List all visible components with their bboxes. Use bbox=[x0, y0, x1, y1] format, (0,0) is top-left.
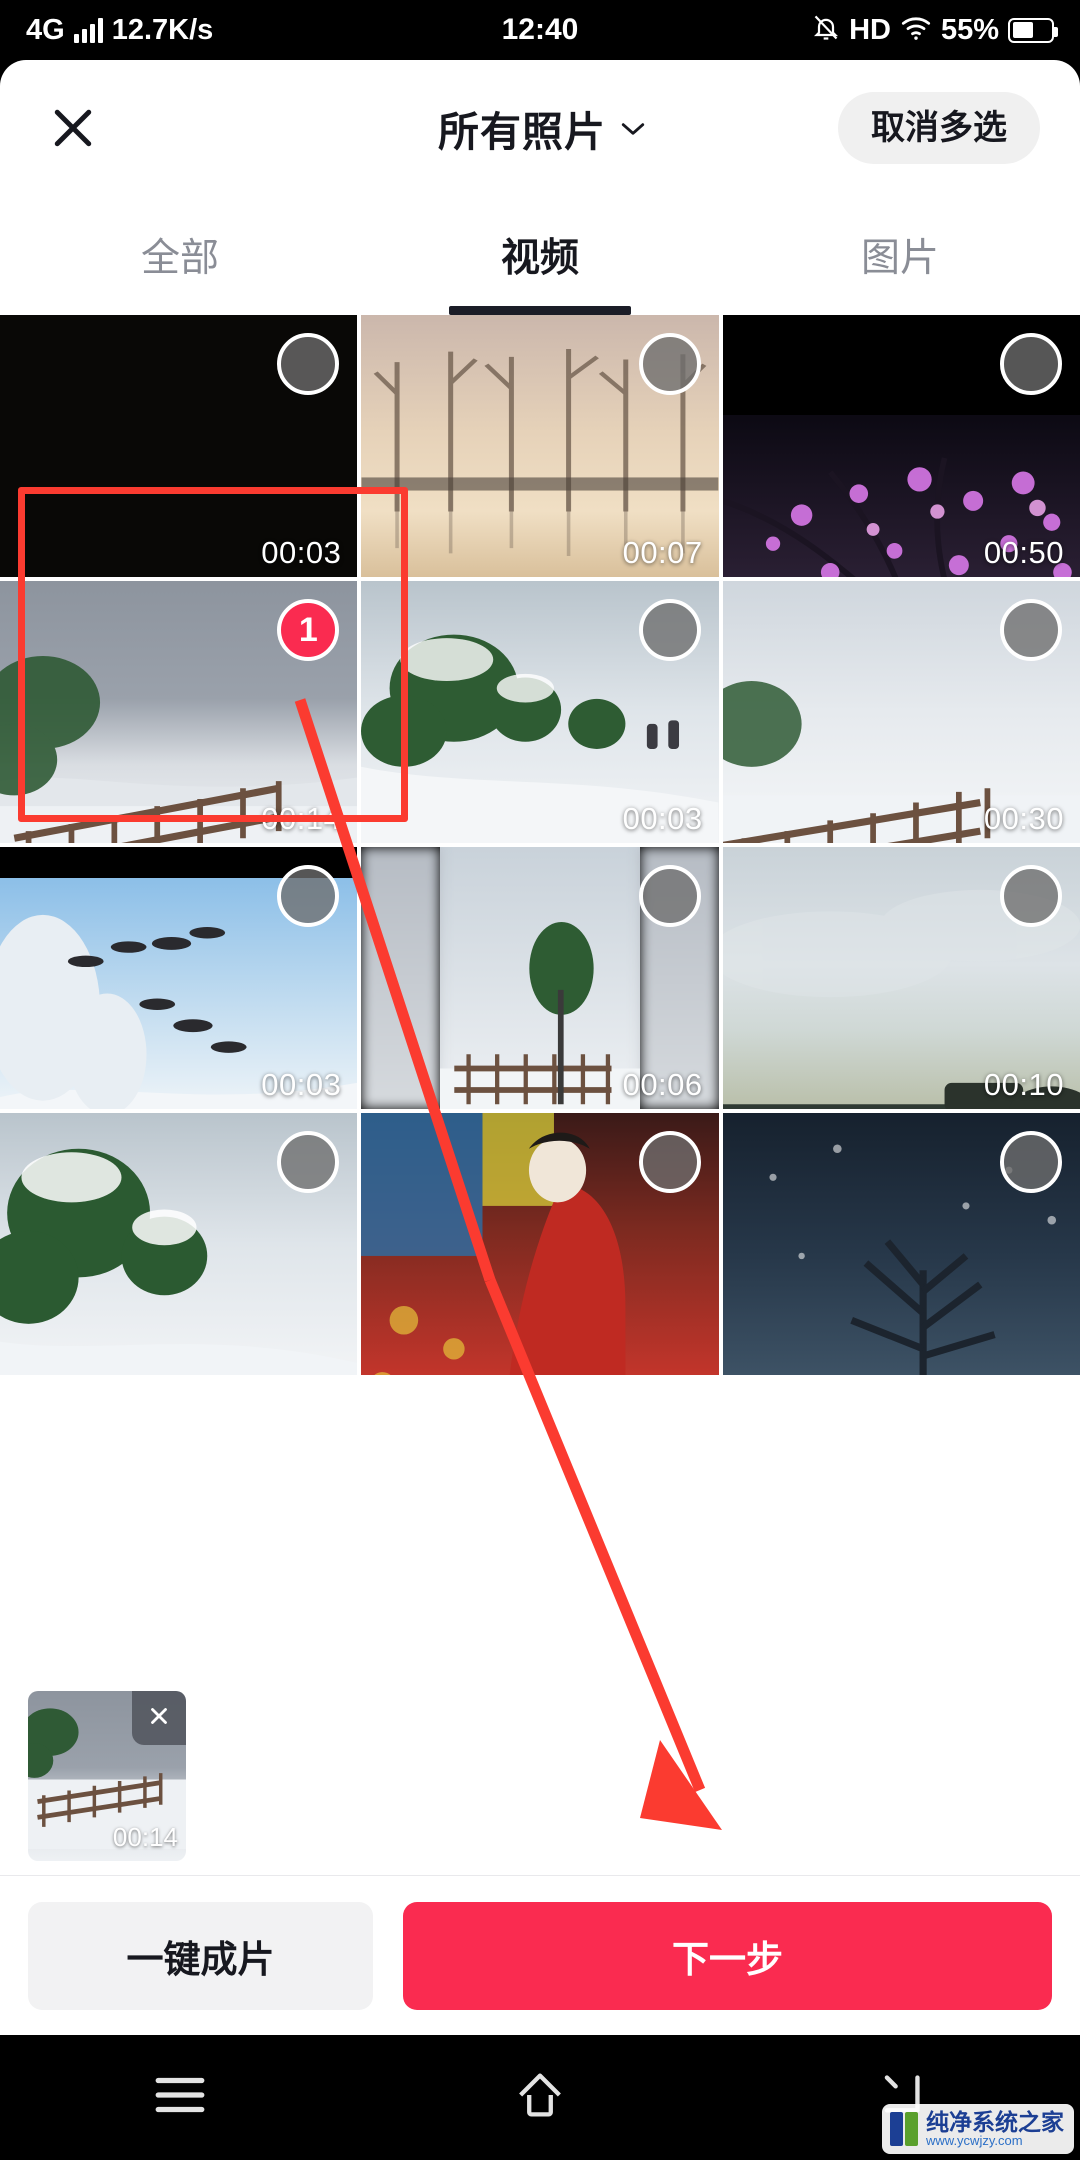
action-bar: 一键成片 下一步 bbox=[0, 1875, 1080, 2035]
select-circle[interactable] bbox=[1000, 1131, 1062, 1193]
duration-label: 00:07 bbox=[622, 535, 703, 570]
watermark-text-group: 纯净系统之家 www.ycwjzy.com bbox=[926, 2110, 1064, 2148]
next-step-button[interactable]: 下一步 bbox=[403, 1901, 1052, 2010]
one-click-movie-button[interactable]: 一键成片 bbox=[28, 1901, 373, 2010]
tab-video[interactable]: 视频 bbox=[360, 195, 720, 315]
select-circle[interactable] bbox=[638, 333, 701, 395]
media-cell[interactable] bbox=[0, 1113, 358, 1375]
selected-items-tray: 00:14 bbox=[0, 1675, 1080, 1875]
media-cell[interactable]: 00:03 bbox=[0, 315, 358, 577]
media-grid: 00:03 00:07 00:50 1 00:14 00:03 00:30 00… bbox=[0, 315, 1080, 1375]
media-cell[interactable]: 00:07 bbox=[361, 315, 719, 577]
select-circle[interactable] bbox=[1000, 333, 1062, 395]
duration-label: 00:03 bbox=[622, 801, 703, 836]
duration-label: 00:03 bbox=[261, 535, 342, 570]
signal-bars-icon bbox=[73, 17, 103, 43]
media-cell[interactable] bbox=[722, 1113, 1080, 1375]
network-speed-label: 12.7K/s bbox=[111, 13, 214, 46]
status-bar-right: HD 55% bbox=[812, 13, 1058, 48]
status-bar: 4G 12.7K/s 12:40 HD 55% bbox=[0, 0, 1080, 60]
home-button[interactable] bbox=[480, 2058, 600, 2138]
album-title: 所有照片 bbox=[438, 108, 606, 155]
hd-icon: HD bbox=[849, 13, 891, 46]
close-icon bbox=[146, 1703, 172, 1734]
media-cell[interactable]: 00:10 bbox=[722, 847, 1080, 1109]
selected-thumbnail[interactable]: 00:14 bbox=[28, 1691, 186, 1861]
menu-button[interactable] bbox=[120, 2058, 240, 2138]
media-cell[interactable] bbox=[361, 1113, 719, 1375]
status-bar-left: 4G 12.7K/s bbox=[26, 14, 213, 47]
duration-label: 00:14 bbox=[261, 801, 342, 836]
watermark: 纯净系统之家 www.ycwjzy.com bbox=[882, 2104, 1074, 2154]
select-circle[interactable] bbox=[277, 865, 340, 927]
duration-label: 00:14 bbox=[112, 1822, 178, 1852]
media-cell[interactable]: 00:30 bbox=[722, 581, 1080, 843]
select-circle[interactable] bbox=[277, 333, 340, 395]
select-circle[interactable] bbox=[638, 1131, 701, 1193]
network-type-label: 4G bbox=[26, 13, 65, 46]
menu-icon bbox=[151, 2072, 209, 2123]
select-circle-checked[interactable]: 1 bbox=[277, 599, 340, 661]
cancel-multiselect-button[interactable]: 取消多选 bbox=[838, 91, 1040, 164]
snow-fence-art bbox=[439, 922, 641, 1109]
media-picker-sheet: 所有照片 取消多选 全部 视频 图片 00:03 00:07 00:50 1 0… bbox=[0, 60, 1080, 2035]
chevron-down-icon bbox=[620, 121, 645, 135]
tab-all[interactable]: 全部 bbox=[0, 195, 360, 315]
watermark-url: www.ycwjzy.com bbox=[926, 2133, 1023, 2149]
duration-label: 00:30 bbox=[983, 801, 1064, 836]
media-cell[interactable]: 00:03 bbox=[0, 847, 358, 1109]
media-type-tabs: 全部 视频 图片 bbox=[0, 195, 1080, 315]
remove-selected-button[interactable] bbox=[132, 1691, 186, 1745]
battery-percent-label: 55% bbox=[940, 13, 999, 46]
close-button[interactable] bbox=[40, 95, 106, 161]
phone-screen: 4G 12.7K/s 12:40 HD 55% 所有照片 取消多选 全部 视频 … bbox=[0, 0, 1080, 2160]
select-circle[interactable] bbox=[1000, 865, 1062, 927]
duration-label: 00:50 bbox=[983, 535, 1064, 570]
watermark-name: 纯净系统之家 bbox=[926, 2109, 1064, 2136]
home-icon bbox=[512, 2069, 568, 2126]
mute-bell-icon bbox=[812, 13, 840, 48]
picker-header: 所有照片 取消多选 bbox=[0, 60, 1080, 195]
tab-image[interactable]: 图片 bbox=[720, 195, 1080, 315]
select-circle[interactable] bbox=[277, 1131, 340, 1193]
media-cell[interactable]: 00:03 bbox=[361, 581, 719, 843]
duration-label: 00:10 bbox=[983, 1067, 1064, 1102]
select-circle[interactable] bbox=[1000, 599, 1062, 661]
duration-label: 00:06 bbox=[622, 1067, 703, 1102]
blur-pillar bbox=[361, 847, 440, 1109]
media-cell[interactable]: 00:06 bbox=[361, 847, 719, 1109]
close-icon bbox=[46, 101, 100, 155]
wifi-icon bbox=[900, 14, 932, 47]
media-cell-selected[interactable]: 1 00:14 bbox=[0, 581, 358, 843]
duration-label: 00:03 bbox=[261, 1067, 342, 1102]
watermark-logo-icon bbox=[890, 2112, 918, 2147]
media-cell[interactable]: 00:50 bbox=[722, 315, 1080, 577]
battery-icon bbox=[1008, 17, 1058, 43]
select-circle[interactable] bbox=[638, 865, 701, 927]
select-circle[interactable] bbox=[638, 599, 701, 661]
